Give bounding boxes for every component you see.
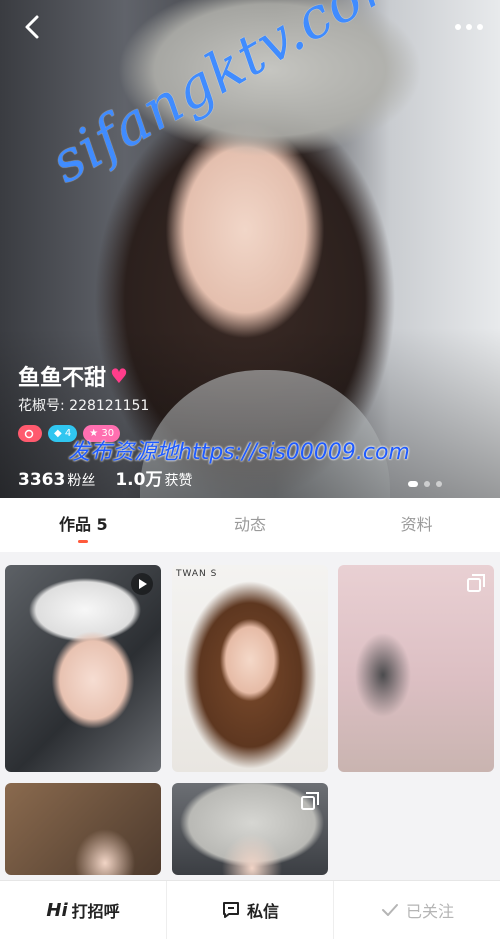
greet-label: 打招呼 xyxy=(71,902,120,921)
check-icon xyxy=(381,904,398,916)
back-arrow-icon[interactable] xyxy=(18,12,48,42)
work-thumbnail[interactable] xyxy=(5,783,161,875)
hi-icon: Hi xyxy=(46,899,68,921)
work-thumbnail[interactable] xyxy=(338,565,494,772)
chat-icon xyxy=(222,902,239,918)
watermark-banner: 发布资源地https://sis00009.com xyxy=(68,440,410,465)
tab-works[interactable]: 作品 5 xyxy=(0,498,167,552)
work-thumbnail[interactable] xyxy=(5,565,161,772)
greet-button[interactable]: Hi 打招呼 xyxy=(0,881,167,939)
profile-name: 鱼鱼不甜 xyxy=(18,366,107,391)
action-bar: Hi 打招呼 私信 已关注 xyxy=(0,880,500,939)
more-options-icon[interactable] xyxy=(452,14,486,40)
diamond-icon: ◆ xyxy=(54,428,65,439)
follow-button[interactable]: 已关注 xyxy=(334,881,500,939)
heart-icon: ♥ xyxy=(110,364,128,388)
profile-tabs: 作品 5 动态 资料 xyxy=(0,498,500,552)
video-play-icon xyxy=(131,573,153,595)
fans-count[interactable]: 3363 xyxy=(18,470,65,490)
profile-cover: sifangktv.com 鱼鱼不甜 ♥ 花椒号: 228121151 ◆ 4 … xyxy=(0,0,500,498)
carousel-dot[interactable] xyxy=(408,481,418,487)
work-thumbnail[interactable] xyxy=(172,783,328,875)
tab-info[interactable]: 资料 xyxy=(333,498,500,552)
flame-icon xyxy=(24,429,34,438)
message-button[interactable]: 私信 xyxy=(167,881,334,939)
watermark-diagonal: sifangktv.com xyxy=(40,0,422,197)
multi-photo-icon xyxy=(467,574,485,592)
likes-label: 获赞 xyxy=(164,473,193,489)
follow-label: 已关注 xyxy=(405,902,454,921)
message-label: 私信 xyxy=(246,902,279,921)
carousel-indicator xyxy=(408,481,442,487)
carousel-dot[interactable] xyxy=(436,481,442,487)
likes-count: 1.0万 xyxy=(115,470,163,490)
carousel-dot[interactable] xyxy=(424,481,430,487)
level-badge xyxy=(18,425,42,442)
profile-name-row: 鱼鱼不甜 ♥ xyxy=(18,360,128,392)
fans-label: 粉丝 xyxy=(67,473,96,489)
profile-stats: 3363 粉丝 1.0万 获赞 xyxy=(18,465,212,490)
multi-photo-icon xyxy=(301,792,319,810)
work-thumbnail[interactable]: TWAN S xyxy=(172,565,328,772)
profile-id: 花椒号: 228121151 xyxy=(18,398,150,414)
tab-feed[interactable]: 动态 xyxy=(167,498,334,552)
thumbnail-caption: TWAN S xyxy=(176,569,218,579)
works-grid: TWAN S xyxy=(5,565,495,875)
